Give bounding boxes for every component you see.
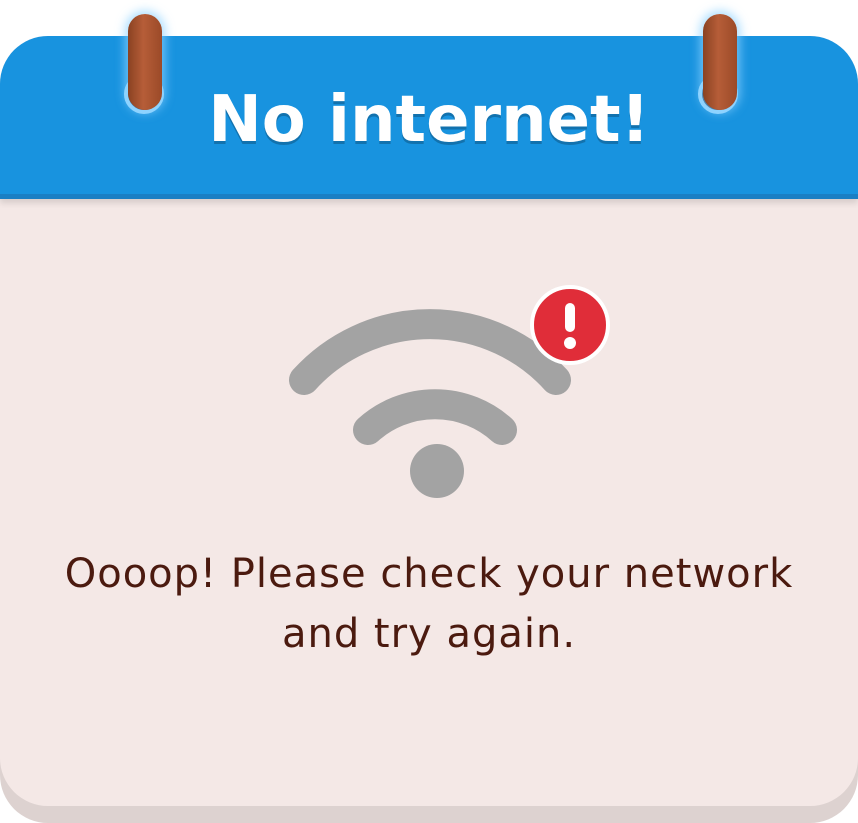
error-message-line1: Oooop! Please check your network [64,551,794,597]
binder-peg-left [128,14,162,110]
wifi-icon [289,285,610,498]
error-message-line2: and try again. [281,611,577,657]
error-message: Oooop! Please check your network and try… [0,544,858,664]
binder-peg-right [703,14,737,110]
exclamation-icon [530,285,610,365]
no-internet-dialog: No internet! Oooop! Please check your ne… [0,0,858,823]
